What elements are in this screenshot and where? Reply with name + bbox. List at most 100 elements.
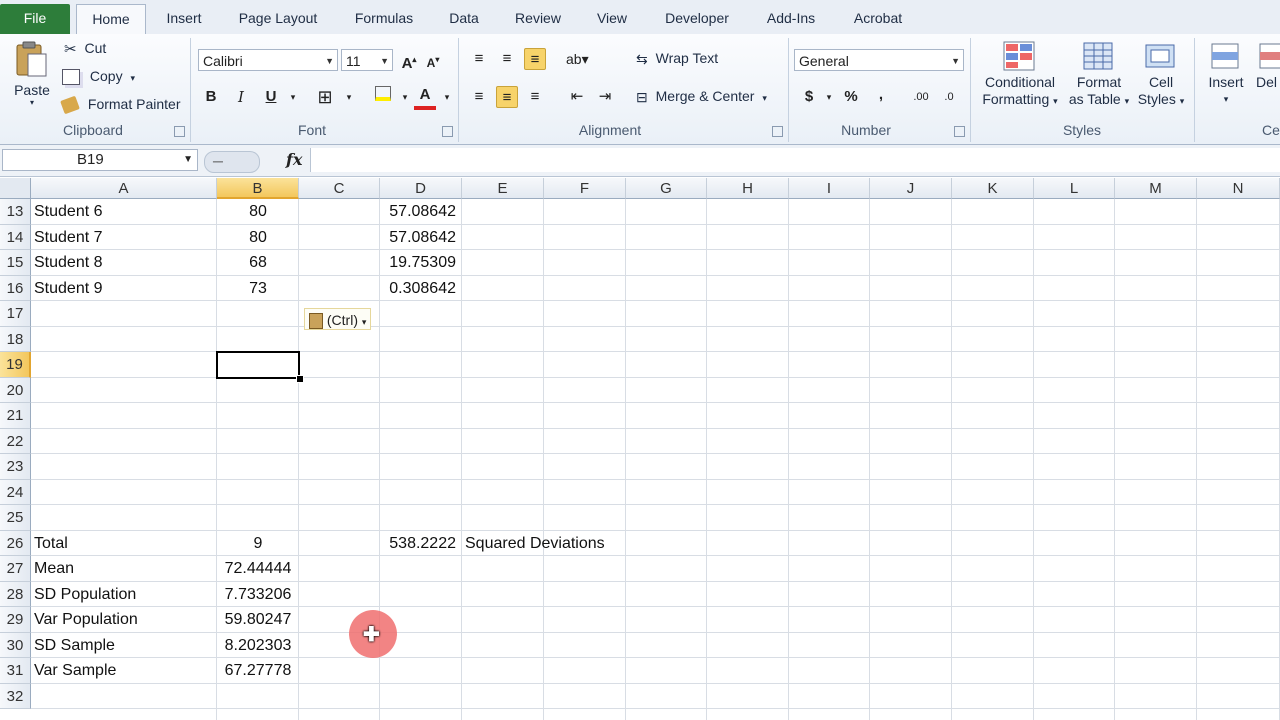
- row-header-24[interactable]: 24: [0, 479, 31, 505]
- column-header-g[interactable]: G: [626, 178, 707, 199]
- row-header-17[interactable]: 17: [0, 301, 31, 327]
- row-header-28[interactable]: 28: [0, 581, 31, 607]
- row-header-25[interactable]: 25: [0, 505, 31, 531]
- conditional-formatting-button[interactable]: Conditional Formatting ▾: [976, 40, 1064, 110]
- cell-a14[interactable]: Student 7: [31, 225, 220, 250]
- cell-b29[interactable]: 59.80247: [217, 607, 299, 632]
- align-bottom-icon[interactable]: ≡: [524, 48, 546, 70]
- cell-b16[interactable]: 73: [217, 276, 299, 301]
- row-header-27[interactable]: 27: [0, 556, 31, 582]
- column-header-k[interactable]: K: [952, 178, 1034, 199]
- cell-b15[interactable]: 68: [217, 250, 299, 275]
- row-header-18[interactable]: 18: [0, 326, 31, 352]
- cell-a31[interactable]: Var Sample: [31, 658, 220, 683]
- column-header-i[interactable]: I: [789, 178, 870, 199]
- tab-addins[interactable]: Add-Ins: [760, 8, 822, 30]
- active-cell-border[interactable]: [216, 351, 300, 379]
- column-header-l[interactable]: L: [1034, 178, 1115, 199]
- align-middle-icon[interactable]: ≡: [496, 48, 518, 70]
- cell-a26[interactable]: Total: [31, 531, 220, 556]
- wrap-text-button[interactable]: ⇆ Wrap Text: [636, 50, 718, 68]
- column-header-c[interactable]: C: [299, 178, 380, 199]
- name-box[interactable]: B19 ▼: [2, 149, 198, 171]
- insert-cells-button[interactable]: Insert ▾: [1200, 40, 1252, 108]
- cell-a27[interactable]: Mean: [31, 556, 220, 581]
- formula-input[interactable]: [310, 148, 1280, 172]
- tab-formulas[interactable]: Formulas: [348, 8, 420, 30]
- cut-button[interactable]: ✂ Cut: [64, 40, 106, 58]
- grow-font-icon[interactable]: A▴: [398, 49, 420, 72]
- cell-e26[interactable]: Squared Deviations: [462, 531, 705, 556]
- cell-a30[interactable]: SD Sample: [31, 633, 220, 658]
- column-header-h[interactable]: H: [707, 178, 789, 199]
- column-header-f[interactable]: F: [544, 178, 626, 199]
- row-header-32[interactable]: 32: [0, 683, 31, 709]
- tab-acrobat[interactable]: Acrobat: [846, 8, 910, 30]
- number-format-combo[interactable]: General ▼: [794, 49, 964, 71]
- tab-file[interactable]: File: [0, 4, 70, 34]
- italic-button[interactable]: I: [230, 86, 252, 108]
- row-header-30[interactable]: 30: [0, 632, 31, 658]
- chevron-down-icon[interactable]: ▾: [338, 86, 360, 108]
- increase-indent-icon[interactable]: ⇥: [594, 86, 616, 108]
- font-color-icon[interactable]: A: [414, 84, 436, 110]
- comma-button[interactable]: ,: [870, 84, 892, 106]
- decrease-decimal-icon[interactable]: .0: [938, 86, 960, 108]
- tab-insert[interactable]: Insert: [160, 8, 208, 30]
- align-top-icon[interactable]: ≡: [468, 48, 490, 70]
- fill-color-icon[interactable]: [372, 86, 394, 108]
- column-header-m[interactable]: M: [1115, 178, 1197, 199]
- cell-a15[interactable]: Student 8: [31, 250, 220, 275]
- tab-home[interactable]: Home: [76, 4, 146, 35]
- increase-decimal-icon[interactable]: .00: [910, 86, 932, 108]
- row-header-19[interactable]: 19: [0, 352, 31, 378]
- shrink-font-icon[interactable]: A▾: [422, 49, 444, 71]
- tab-data[interactable]: Data: [444, 8, 484, 30]
- dialog-launcher-icon[interactable]: [174, 126, 185, 137]
- align-right-icon[interactable]: ≡: [524, 86, 546, 108]
- cell-b26[interactable]: 9: [217, 531, 299, 556]
- paste-options-button[interactable]: (Ctrl) ▾: [304, 308, 372, 330]
- decrease-indent-icon[interactable]: ⇤: [566, 86, 588, 108]
- cell-a13[interactable]: Student 6: [31, 199, 220, 224]
- row-header-20[interactable]: 20: [0, 377, 31, 403]
- align-center-icon[interactable]: ≡: [496, 86, 518, 108]
- cell-b14[interactable]: 80: [217, 225, 299, 250]
- paste-button[interactable]: Paste ▾: [10, 40, 54, 120]
- row-header-16[interactable]: 16: [0, 275, 31, 301]
- column-header-d[interactable]: D: [380, 178, 462, 199]
- cell-b13[interactable]: 80: [217, 199, 299, 224]
- row-header-23[interactable]: 23: [0, 454, 31, 480]
- cell-b30[interactable]: 8.202303: [217, 633, 299, 658]
- row-header-26[interactable]: 26: [0, 530, 31, 556]
- cell-d14[interactable]: 57.08642: [380, 225, 462, 250]
- copy-button[interactable]: Copy ▾: [62, 68, 135, 86]
- cell-b31[interactable]: 67.27778: [217, 658, 299, 683]
- insert-function-icon[interactable]: fx: [286, 150, 302, 169]
- bold-button[interactable]: B: [200, 86, 222, 108]
- formula-cancel-enter-buttons[interactable]: ─: [204, 151, 260, 173]
- format-as-table-button[interactable]: Format as Table ▾: [1066, 40, 1132, 110]
- select-all-corner[interactable]: [0, 178, 31, 199]
- font-name-combo[interactable]: Calibri ▼: [198, 49, 338, 71]
- column-header-j[interactable]: J: [870, 178, 952, 199]
- merge-center-button[interactable]: ⊟ Merge & Center ▾: [636, 88, 767, 106]
- chevron-down-icon[interactable]: ▾: [436, 86, 458, 108]
- row-header-14[interactable]: 14: [0, 224, 31, 250]
- percent-button[interactable]: %: [840, 86, 862, 108]
- borders-icon[interactable]: ⊞: [314, 86, 336, 108]
- delete-cells-button[interactable]: Del: [1256, 40, 1280, 91]
- format-painter-button[interactable]: Format Painter: [60, 95, 180, 115]
- cell-b27[interactable]: 72.44444: [217, 556, 299, 581]
- row-header-29[interactable]: 29: [0, 607, 31, 633]
- column-header-e[interactable]: E: [462, 178, 544, 199]
- cell-d15[interactable]: 19.75309: [380, 250, 462, 275]
- chevron-down-icon[interactable]: ▾: [818, 86, 840, 108]
- column-header-n[interactable]: N: [1197, 178, 1280, 199]
- tab-review[interactable]: Review: [510, 8, 566, 30]
- tab-developer[interactable]: Developer: [660, 8, 734, 30]
- cell-a16[interactable]: Student 9: [31, 276, 220, 301]
- fill-handle[interactable]: [296, 374, 304, 383]
- dialog-launcher-icon[interactable]: [954, 126, 965, 137]
- row-header-21[interactable]: 21: [0, 403, 31, 429]
